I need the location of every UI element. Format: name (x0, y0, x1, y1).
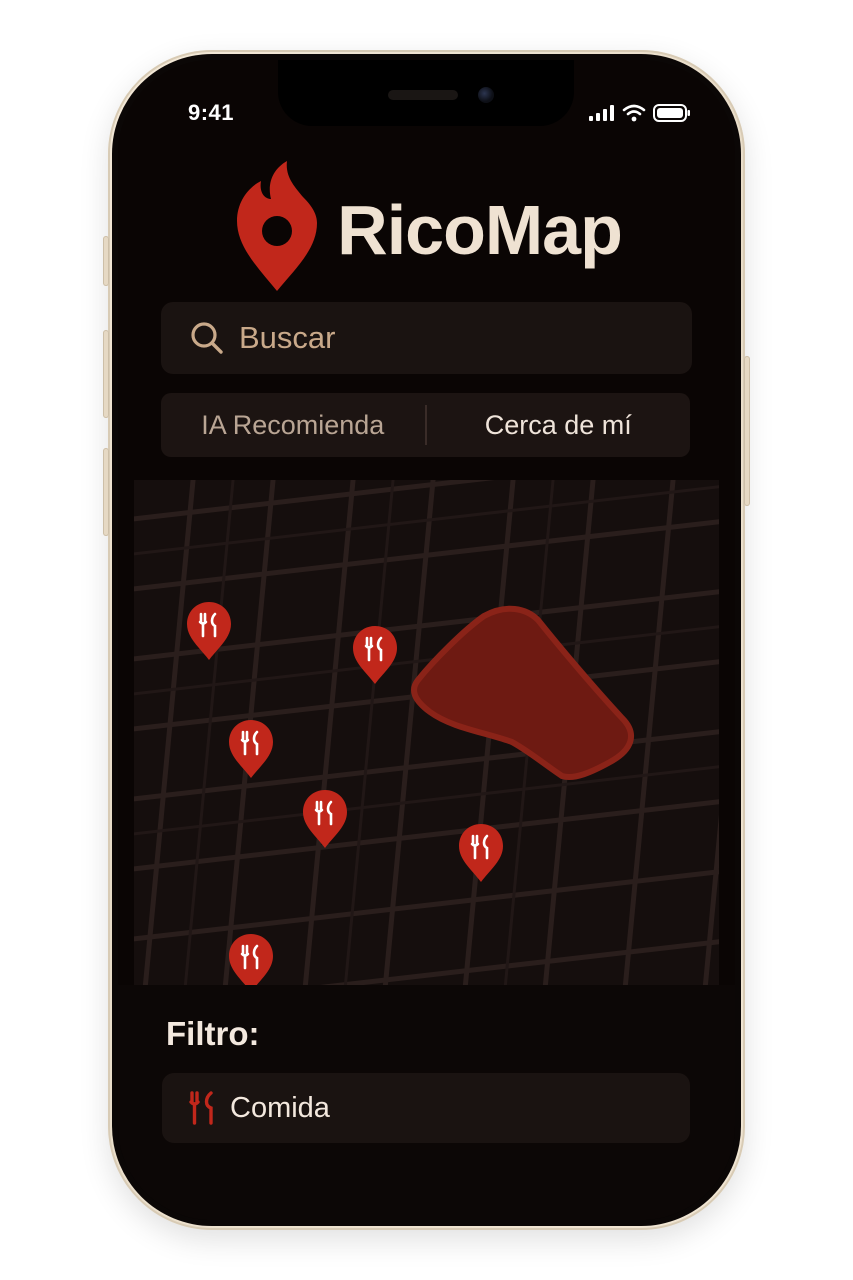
tab-label: Cerca de mí (484, 409, 632, 440)
front-camera (478, 87, 494, 103)
filter-panel: Filtro: Comida (118, 985, 735, 1220)
filter-comida-chip[interactable]: Comida (162, 1073, 690, 1143)
mute-switch (103, 236, 109, 286)
volume-down-button (103, 448, 109, 536)
tab-label: IA Recomienda (201, 409, 385, 440)
search-icon (191, 322, 223, 354)
app-title: RicoMap (337, 191, 623, 269)
status-icons (589, 104, 691, 122)
search-placeholder: Buscar (239, 320, 336, 355)
filter-title: Filtro: (166, 1015, 260, 1052)
signal-icon (589, 105, 614, 121)
tab-ia-recomienda[interactable]: IA Recomienda (161, 393, 425, 457)
power-button (744, 356, 750, 506)
app-header: RicoMap (118, 156, 735, 296)
page: 9:41 RicoMap Buscar IA Recomienda Cerca … (0, 0, 853, 1280)
restaurant-pin[interactable] (300, 788, 350, 850)
phone-screen: 9:41 RicoMap Buscar IA Recomienda Cerca … (118, 60, 735, 1220)
map-view[interactable] (134, 480, 719, 985)
speaker-grille (388, 90, 458, 100)
highlight-zone (411, 605, 634, 780)
notch (278, 60, 574, 126)
volume-up-button (103, 330, 109, 418)
search-input[interactable]: Buscar (161, 302, 692, 374)
restaurant-pin[interactable] (456, 822, 506, 884)
status-time: 9:41 (188, 100, 235, 125)
filter-chip-label: Comida (230, 1091, 330, 1124)
fork-knife-icon (189, 1091, 213, 1125)
restaurant-pin[interactable] (184, 600, 234, 662)
battery-icon (653, 104, 690, 122)
wifi-icon (622, 104, 646, 122)
tab-cerca-de-mi[interactable]: Cerca de mí (427, 393, 691, 457)
segmented-control: IA Recomienda Cerca de mí (161, 393, 690, 457)
restaurant-pin[interactable] (226, 718, 276, 780)
map-streets (134, 480, 719, 985)
flame-pin-icon (237, 161, 318, 291)
restaurant-pin[interactable] (226, 932, 276, 985)
restaurant-pin[interactable] (350, 624, 400, 686)
